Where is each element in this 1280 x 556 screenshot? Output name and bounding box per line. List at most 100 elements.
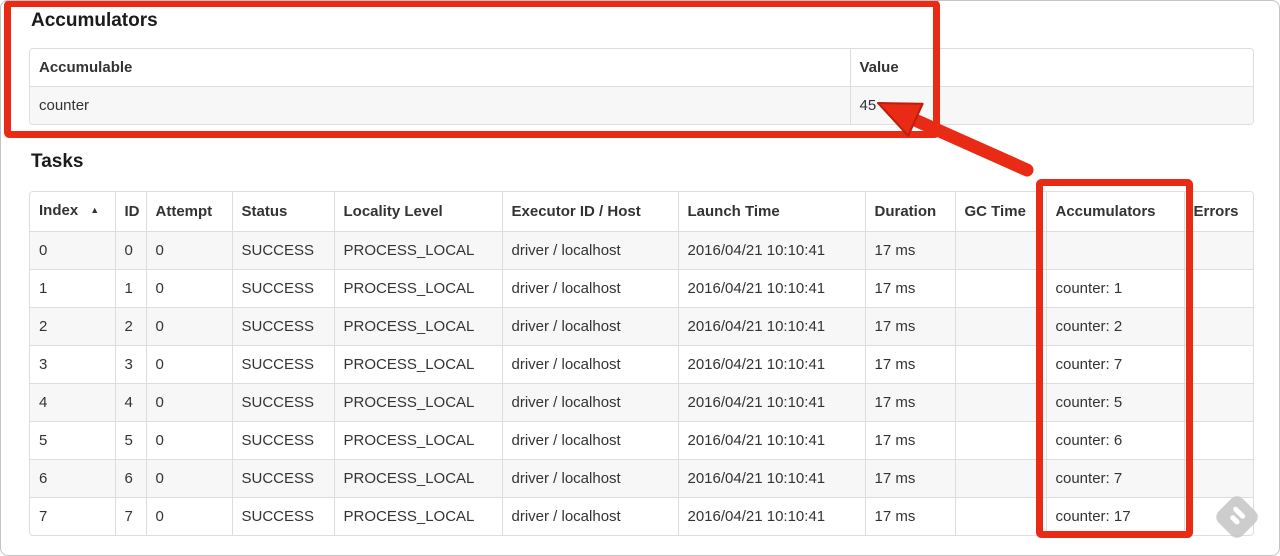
task-cell-duration: 17 ms <box>864 307 955 346</box>
task-row: 5 5 0 SUCCESS PROCESS_LOCAL driver / localhos… <box>30 421 1253 460</box>
task-cell-duration: 17 ms <box>864 383 955 422</box>
accumulator-cell-accumulable: counter <box>30 86 850 124</box>
task-cell-duration: 17 ms <box>864 231 955 270</box>
task-cell-locality_level: PROCESS_LOCAL <box>333 459 502 498</box>
task-cell-status: SUCCESS <box>231 383 334 422</box>
task-cell-gc_time <box>954 269 1046 308</box>
accumulators-header-row: Accumulable Value <box>30 49 1253 87</box>
task-cell-duration: 17 ms <box>864 421 955 460</box>
task-cell-launch_time: 2016/04/21 10:10:41 <box>677 421 865 460</box>
task-cell-status: SUCCESS <box>231 421 334 460</box>
task-cell-id: 1 <box>114 269 146 308</box>
task-cell-status: SUCCESS <box>231 269 334 308</box>
task-row: 1 1 0 SUCCESS PROCESS_LOCAL driver / localhos… <box>30 269 1253 308</box>
task-cell-executor_id_host: driver / localhost <box>501 383 678 422</box>
task-cell-accumulators: counter: 17 <box>1045 497 1184 535</box>
task-row: 3 3 0 SUCCESS PROCESS_LOCAL driver / localhos… <box>30 345 1253 384</box>
task-cell-accumulators <box>1045 231 1184 270</box>
task-cell-status: SUCCESS <box>231 307 334 346</box>
task-cell-id: 3 <box>114 345 146 384</box>
task-cell-launch_time: 2016/04/21 10:10:41 <box>677 383 865 422</box>
column-header-locality_level[interactable]: Locality Level <box>333 192 502 232</box>
task-cell-index: 7 <box>30 497 115 535</box>
task-cell-errors <box>1183 383 1253 422</box>
task-cell-launch_time: 2016/04/21 10:10:41 <box>677 459 865 498</box>
task-cell-errors <box>1183 307 1253 346</box>
task-cell-locality_level: PROCESS_LOCAL <box>333 231 502 270</box>
task-cell-launch_time: 2016/04/21 10:10:41 <box>677 307 865 346</box>
task-cell-accumulators: counter: 1 <box>1045 269 1184 308</box>
task-cell-attempt: 0 <box>145 307 232 346</box>
task-cell-errors <box>1183 421 1253 460</box>
column-header-errors[interactable]: Errors <box>1183 192 1253 232</box>
task-cell-launch_time: 2016/04/21 10:10:41 <box>677 231 865 270</box>
accumulator-cell-value: 45 <box>849 86 1253 124</box>
task-cell-id: 0 <box>114 231 146 270</box>
task-cell-gc_time <box>954 307 1046 346</box>
column-header-accumulators[interactable]: Accumulators <box>1045 192 1184 232</box>
task-cell-executor_id_host: driver / localhost <box>501 269 678 308</box>
task-cell-index: 3 <box>30 345 115 384</box>
task-cell-accumulators: counter: 5 <box>1045 383 1184 422</box>
task-cell-locality_level: PROCESS_LOCAL <box>333 307 502 346</box>
annotation-arrow-shaft <box>908 113 1034 177</box>
task-cell-index: 6 <box>30 459 115 498</box>
task-row: 7 7 0 SUCCESS PROCESS_LOCAL driver / localhos… <box>30 497 1253 535</box>
task-cell-locality_level: PROCESS_LOCAL <box>333 345 502 384</box>
column-header-value: Value <box>849 49 1253 87</box>
task-cell-accumulators: counter: 2 <box>1045 307 1184 346</box>
column-header-launch_time[interactable]: Launch Time <box>677 192 865 232</box>
column-header-index[interactable]: Index ▲ <box>30 192 115 232</box>
task-cell-launch_time: 2016/04/21 10:10:41 <box>677 345 865 384</box>
task-cell-index: 2 <box>30 307 115 346</box>
column-header-executor_id_host[interactable]: Executor ID / Host <box>501 192 678 232</box>
task-cell-gc_time <box>954 345 1046 384</box>
task-cell-index: 1 <box>30 269 115 308</box>
task-row: 2 2 0 SUCCESS PROCESS_LOCAL driver / localhos… <box>30 307 1253 346</box>
task-cell-status: SUCCESS <box>231 497 334 535</box>
column-header-attempt[interactable]: Attempt <box>145 192 232 232</box>
task-cell-attempt: 0 <box>145 497 232 535</box>
task-cell-accumulators: counter: 7 <box>1045 459 1184 498</box>
task-cell-errors <box>1183 345 1253 384</box>
column-header-duration[interactable]: Duration <box>864 192 955 232</box>
task-cell-index: 0 <box>30 231 115 270</box>
tasks-table: Index ▲ ID Attempt Status Locality Level Execu… <box>29 191 1254 536</box>
task-cell-id: 2 <box>114 307 146 346</box>
task-cell-executor_id_host: driver / localhost <box>501 231 678 270</box>
task-row: 4 4 0 SUCCESS PROCESS_LOCAL driver / localhos… <box>30 383 1253 422</box>
task-cell-id: 5 <box>114 421 146 460</box>
task-cell-errors <box>1183 269 1253 308</box>
tasks-header-row: Index ▲ ID Attempt Status Locality Level Execu… <box>30 192 1253 232</box>
task-row: 6 6 0 SUCCESS PROCESS_LOCAL driver / localhos… <box>30 459 1253 498</box>
task-cell-locality_level: PROCESS_LOCAL <box>333 383 502 422</box>
task-cell-attempt: 0 <box>145 459 232 498</box>
task-cell-launch_time: 2016/04/21 10:10:41 <box>677 269 865 308</box>
sort-ascending-icon: ▲ <box>90 205 100 215</box>
task-cell-duration: 17 ms <box>864 459 955 498</box>
column-header-gc_time[interactable]: GC Time <box>954 192 1046 232</box>
task-cell-locality_level: PROCESS_LOCAL <box>333 421 502 460</box>
accumulators-section-heading: Accumulators <box>31 10 158 31</box>
task-cell-duration: 17 ms <box>864 497 955 535</box>
accumulator-row: counter 45 <box>30 86 1253 124</box>
task-cell-id: 6 <box>114 459 146 498</box>
task-cell-attempt: 0 <box>145 345 232 384</box>
task-cell-index: 5 <box>30 421 115 460</box>
task-cell-status: SUCCESS <box>231 459 334 498</box>
task-cell-status: SUCCESS <box>231 231 334 270</box>
task-cell-gc_time <box>954 383 1046 422</box>
task-cell-attempt: 0 <box>145 421 232 460</box>
task-cell-executor_id_host: driver / localhost <box>501 497 678 535</box>
task-cell-index: 4 <box>30 383 115 422</box>
task-cell-gc_time <box>954 459 1046 498</box>
task-cell-gc_time <box>954 421 1046 460</box>
task-cell-attempt: 0 <box>145 269 232 308</box>
task-cell-attempt: 0 <box>145 231 232 270</box>
screenshot-frame: Accumulators Accumulable Value counter 45 … <box>0 0 1280 556</box>
column-header-id[interactable]: ID <box>114 192 146 232</box>
task-cell-id: 7 <box>114 497 146 535</box>
task-cell-status: SUCCESS <box>231 345 334 384</box>
column-header-status[interactable]: Status <box>231 192 334 232</box>
task-cell-executor_id_host: driver / localhost <box>501 421 678 460</box>
